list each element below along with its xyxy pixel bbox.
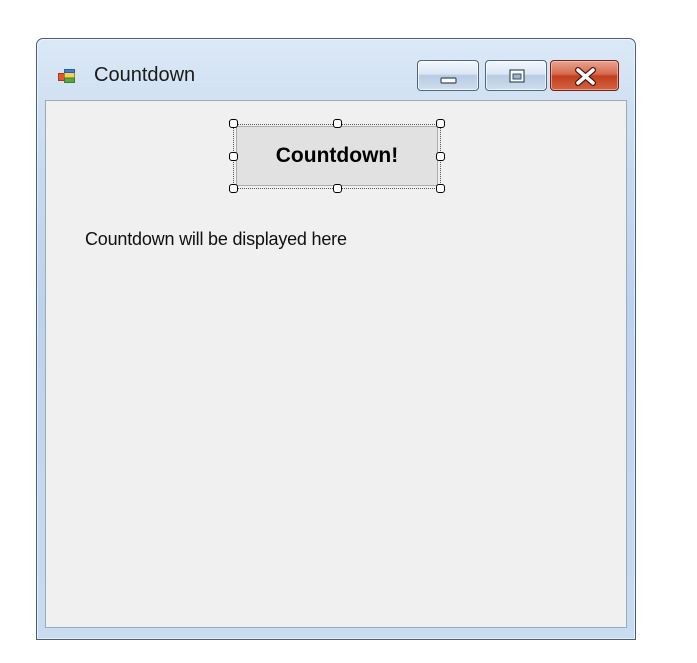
resize-handle-right[interactable] [436,152,445,161]
window-title: Countdown [94,64,196,86]
form-client-area: Countdown! Countdown will be displayed h… [45,100,627,628]
countdown-button[interactable]: Countdown! [236,126,438,186]
close-button[interactable] [550,60,619,91]
form-window: Countdown Countdown! Countdown will be d… [36,38,636,640]
resize-handle-bottom-right[interactable] [436,184,445,193]
title-bar[interactable]: Countdown [37,39,635,101]
close-icon [575,67,596,86]
resize-handle-top[interactable] [333,119,342,128]
resize-handle-top-right[interactable] [436,119,445,128]
resize-handle-bottom[interactable] [333,184,342,193]
minimize-icon [440,77,457,84]
minimize-button[interactable] [417,60,479,91]
maximize-button[interactable] [485,60,547,91]
countdown-label: Countdown will be displayed here [85,229,347,249]
resize-handle-left[interactable] [229,152,238,161]
maximize-icon [509,69,525,83]
resize-handle-bottom-left[interactable] [229,184,238,193]
form-app-icon [58,69,75,83]
resize-handle-top-left[interactable] [229,119,238,128]
